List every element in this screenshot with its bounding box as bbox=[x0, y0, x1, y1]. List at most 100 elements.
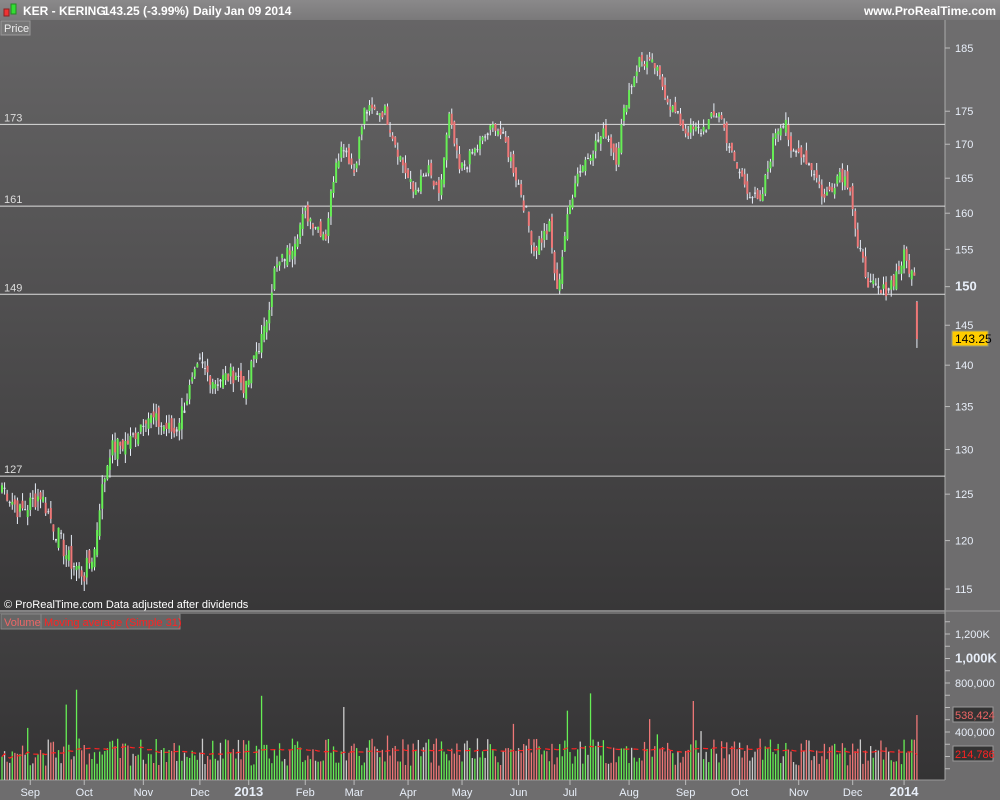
candle-body bbox=[584, 159, 587, 172]
candle-body bbox=[327, 218, 330, 236]
candle-body bbox=[124, 440, 127, 455]
candle-body bbox=[535, 247, 538, 251]
candle-body bbox=[152, 411, 155, 418]
candle-body bbox=[784, 119, 787, 133]
candle-body bbox=[656, 66, 659, 71]
candle-body bbox=[391, 135, 394, 139]
axis-tick-label: 170 bbox=[955, 139, 973, 151]
candle-body bbox=[682, 120, 685, 129]
candle-body bbox=[304, 207, 307, 211]
candle-body bbox=[175, 429, 178, 432]
candle-body bbox=[119, 442, 122, 446]
candle-body bbox=[702, 126, 705, 132]
candle-body bbox=[242, 376, 245, 394]
candle-body bbox=[3, 487, 6, 489]
candle-body bbox=[468, 150, 471, 165]
candle-body bbox=[715, 116, 718, 118]
candle bbox=[93, 547, 96, 571]
candle bbox=[671, 104, 674, 113]
candle-body bbox=[610, 137, 613, 149]
candle-body bbox=[679, 113, 682, 126]
candle-body bbox=[126, 440, 129, 444]
candle-body bbox=[818, 181, 821, 185]
candle-body bbox=[88, 550, 91, 564]
candle-body bbox=[13, 499, 16, 505]
candle-body bbox=[527, 212, 530, 226]
candle-body bbox=[144, 420, 147, 424]
candle-body bbox=[558, 279, 561, 291]
candle-body bbox=[669, 106, 672, 110]
candle-body bbox=[864, 256, 867, 278]
candle-body bbox=[309, 218, 312, 222]
candle-body bbox=[479, 140, 482, 150]
volume-axis-label: 400,000 bbox=[955, 727, 995, 739]
candle-body bbox=[874, 283, 877, 285]
candle-body bbox=[445, 134, 448, 161]
candle-body bbox=[160, 425, 163, 427]
candle-body bbox=[240, 370, 243, 383]
candle bbox=[512, 150, 515, 177]
candle-body bbox=[854, 211, 857, 229]
candle-body bbox=[18, 504, 21, 512]
candle-body bbox=[24, 509, 27, 511]
candle-body bbox=[789, 136, 792, 151]
candle-body bbox=[494, 123, 497, 131]
candle-body bbox=[543, 230, 546, 241]
candle-body bbox=[317, 226, 320, 230]
chart[interactable]: 173 161 149 127 185 175 170 165 160 155 150 145 140 1… bbox=[0, 0, 1000, 800]
candle-body bbox=[877, 285, 880, 289]
candle-body bbox=[90, 561, 93, 569]
candle-body bbox=[602, 128, 605, 138]
candle-body bbox=[754, 192, 757, 194]
candle-body bbox=[579, 170, 582, 173]
candle-body bbox=[265, 321, 268, 333]
candle-body bbox=[209, 375, 212, 385]
candle-body bbox=[831, 187, 834, 192]
candle-body bbox=[188, 384, 191, 400]
candle-body bbox=[60, 532, 63, 534]
candle-body bbox=[622, 107, 625, 121]
candle-body bbox=[270, 292, 273, 308]
candle-body bbox=[103, 479, 106, 483]
candle-body bbox=[340, 146, 343, 158]
candle-body bbox=[368, 105, 371, 111]
candle-body bbox=[571, 198, 574, 208]
candle bbox=[453, 120, 456, 147]
candle-body bbox=[694, 126, 697, 131]
candle-body bbox=[772, 137, 774, 161]
axis-tick-label: 130 bbox=[955, 445, 973, 457]
candle-body bbox=[504, 136, 507, 142]
candle bbox=[550, 213, 553, 254]
candle-body bbox=[589, 157, 592, 162]
candle-body bbox=[910, 270, 913, 280]
candle-body bbox=[828, 186, 831, 190]
candle-body bbox=[268, 310, 271, 324]
candle-body bbox=[106, 465, 109, 480]
axis-tick-label: 145 bbox=[955, 320, 973, 332]
candle-body bbox=[648, 57, 651, 60]
candle-body bbox=[825, 191, 828, 196]
candle-body bbox=[419, 175, 422, 192]
candle-body bbox=[497, 131, 500, 135]
candle-body bbox=[561, 256, 564, 284]
candle-body bbox=[85, 557, 88, 578]
candle-body bbox=[849, 187, 852, 192]
candle-body bbox=[394, 137, 397, 145]
candle-body bbox=[761, 194, 764, 201]
candle-body bbox=[258, 351, 260, 353]
candle-body bbox=[142, 425, 145, 427]
candle-body bbox=[21, 500, 24, 509]
candle-body bbox=[882, 284, 885, 289]
candle-body bbox=[625, 104, 628, 113]
candle-body bbox=[178, 422, 181, 431]
candle-body bbox=[1, 485, 3, 493]
candle-body bbox=[777, 131, 780, 135]
candle bbox=[286, 245, 289, 268]
candle-body bbox=[168, 422, 171, 429]
last-price: 143.25 bbox=[955, 332, 992, 346]
copyright-note: © ProRealTime.com Data adjusted after di… bbox=[4, 599, 249, 611]
candle-body bbox=[417, 189, 420, 191]
candle-body bbox=[42, 496, 45, 502]
x-tick-label: Dec bbox=[843, 787, 863, 799]
candle-body bbox=[499, 128, 502, 135]
